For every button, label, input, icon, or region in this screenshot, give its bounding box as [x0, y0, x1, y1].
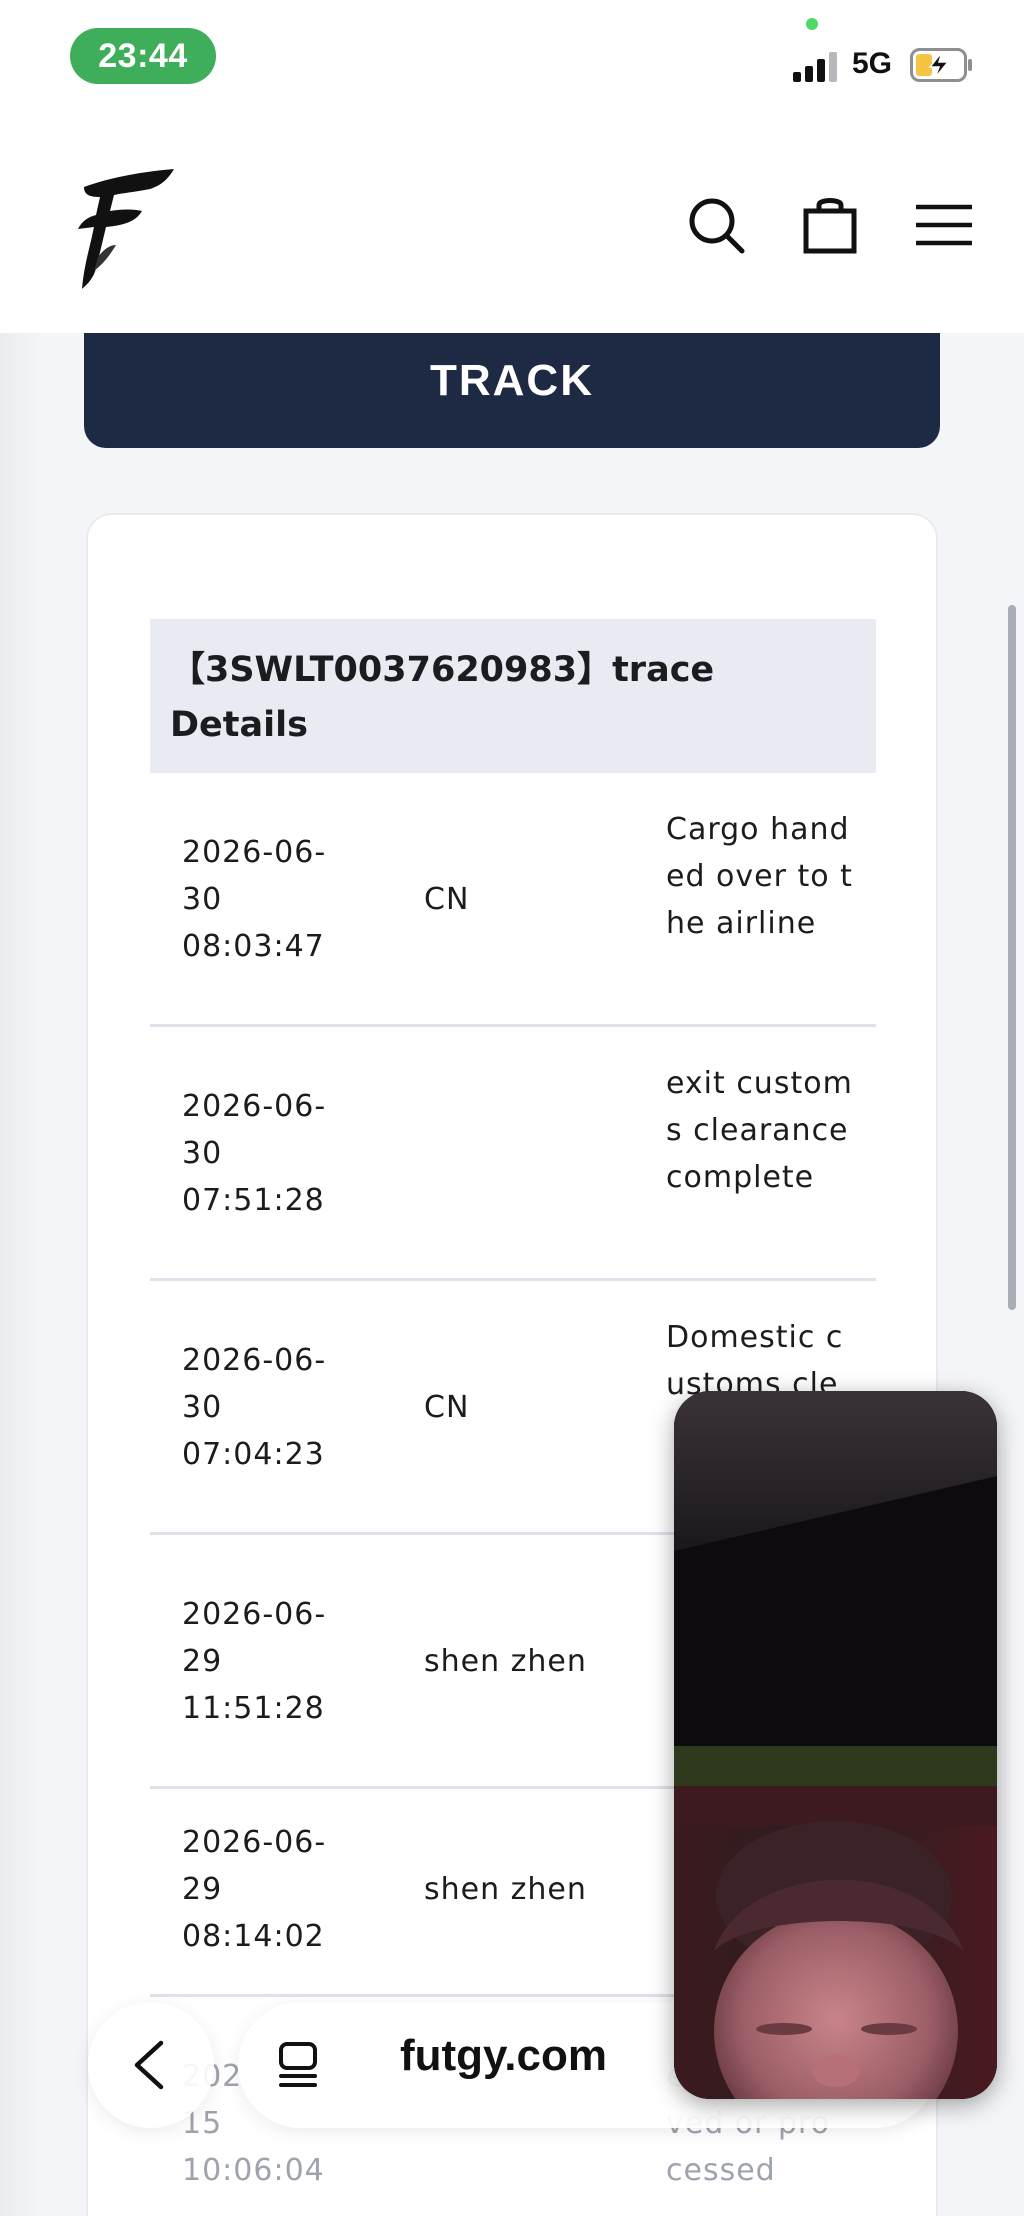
status-time: 23:44 — [70, 28, 216, 84]
status-bar: 23:44 5G — [0, 0, 1024, 115]
row-time: 2026-06- 30 07:51:28 — [182, 1083, 382, 1224]
row-time: 2026-06- 29 08:14:02 — [182, 1819, 382, 1960]
row-day: 29 — [182, 1872, 223, 1907]
picture-in-picture-video[interactable] — [674, 1391, 997, 2099]
row-time: 2026-06- 30 08:03:47 — [182, 829, 382, 970]
track-button[interactable]: TRACK — [84, 333, 940, 448]
menu-icon[interactable] — [914, 195, 974, 255]
row-clock: 08:14:02 — [182, 1919, 325, 1954]
row-date: 2026-06- — [182, 1089, 327, 1124]
battery-charging-icon — [910, 48, 972, 82]
table-row: 2026-06- 30 08:03:47 CN Cargo handed ove… — [150, 773, 876, 1027]
page-scrollbar[interactable] — [1008, 605, 1016, 1310]
row-description: Cargo handed over to the airline — [666, 812, 853, 941]
row-time: 2026-06- 29 11:51:28 — [182, 1591, 382, 1732]
row-description-line: cessed — [666, 2153, 776, 2188]
trace-details-title: 【3SWLT0037620983】trace Details — [150, 619, 876, 773]
row-clock: 07:51:28 — [182, 1183, 325, 1218]
row-location: CN — [424, 882, 470, 917]
table-row: 2026-06- 30 07:51:28 exit customs cleara… — [150, 1027, 876, 1281]
tabs-overview-icon[interactable] — [278, 2041, 318, 2089]
chevron-left-icon — [134, 2040, 164, 2090]
row-location: CN — [424, 1390, 470, 1425]
network-type: 5G — [852, 47, 893, 80]
row-date: 2026-06- — [182, 1343, 327, 1378]
row-location: shen zhen — [424, 1872, 587, 1907]
search-icon[interactable] — [686, 195, 746, 255]
row-day: 30 — [182, 1390, 223, 1425]
camera-indicator-dot — [806, 18, 818, 30]
url-text[interactable]: futgy.com — [400, 2031, 607, 2081]
back-button[interactable] — [88, 2002, 214, 2128]
brand-logo-icon[interactable] — [70, 165, 180, 290]
site-header — [0, 115, 1024, 333]
row-day: 29 — [182, 1644, 223, 1679]
row-location: shen zhen — [424, 1644, 587, 1679]
row-clock: 11:51:28 — [182, 1691, 325, 1726]
cellular-signal-icon — [793, 50, 839, 82]
row-date: 2026-06- — [182, 1825, 327, 1860]
row-clock: 07:04:23 — [182, 1437, 325, 1472]
row-day: 30 — [182, 882, 223, 917]
row-description: exit customs clearance complete — [666, 1066, 853, 1195]
row-date: 2026-06- — [182, 1597, 327, 1632]
row-day: 30 — [182, 1136, 223, 1171]
video-frame-image — [674, 1391, 997, 2099]
row-clock: 08:03:47 — [182, 929, 325, 964]
row-time: 2026-06- 30 07:04:23 — [182, 1337, 382, 1478]
bag-icon[interactable] — [800, 195, 860, 255]
row-date: 2026-06- — [182, 835, 327, 870]
row-clock: 10:06:04 — [182, 2153, 325, 2188]
page-edge-shade — [0, 333, 40, 2216]
